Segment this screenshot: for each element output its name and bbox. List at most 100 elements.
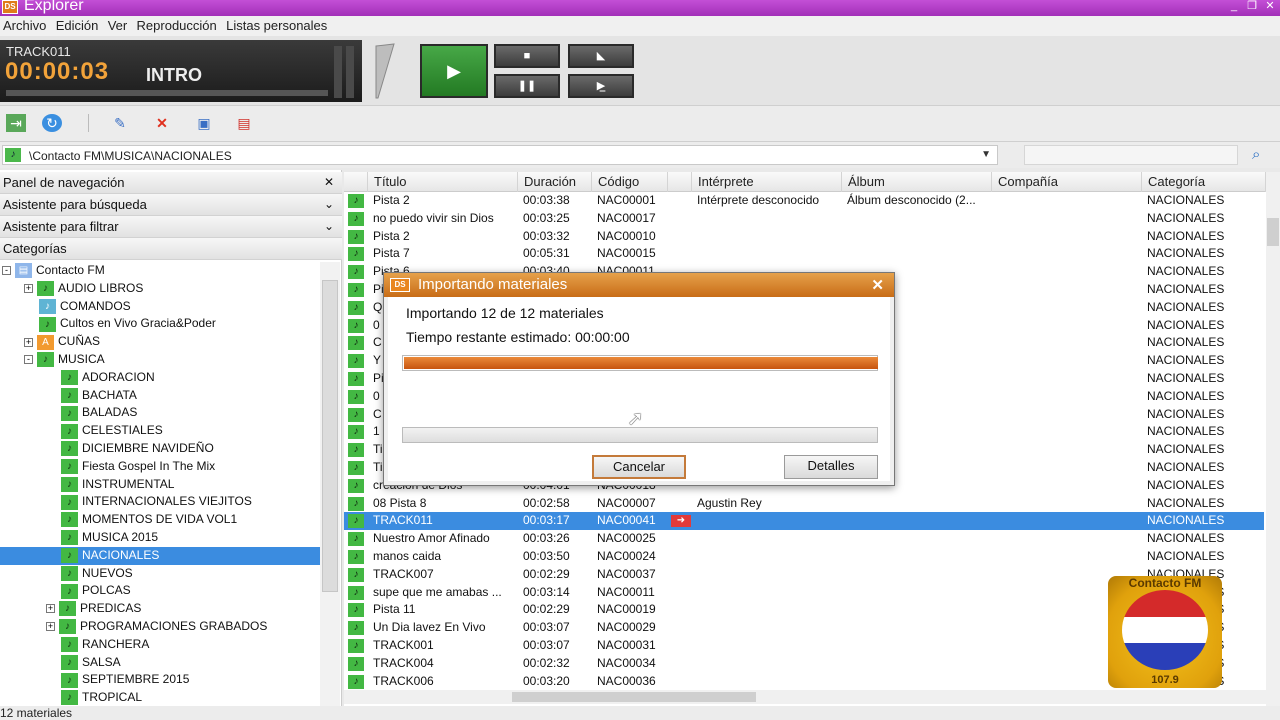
search-icon[interactable]: ⌕ xyxy=(1252,146,1270,164)
table-row[interactable]: ♪ Nuestro Amor Afinado 00:03:26 NAC00025 NAC… xyxy=(344,530,1264,548)
column-header[interactable]: Intérprete xyxy=(692,172,842,192)
tree-item[interactable]: ♪ BACHATA xyxy=(0,387,320,405)
close-icon[interactable]: ✕ xyxy=(324,175,334,189)
table-row[interactable]: ♪ no puedo vivir sin Dios 00:03:25 NAC00017… xyxy=(344,210,1264,228)
volume-slider[interactable] xyxy=(374,42,396,100)
tree-item-label: AUDIO LIBROS xyxy=(58,280,144,295)
folder-icon: ▤ xyxy=(15,263,32,279)
table-row[interactable]: ♪ Pista 7 00:05:31 NAC00015 NACIONALES xyxy=(344,245,1264,263)
tree-item[interactable]: ♪ SALSA xyxy=(0,654,320,672)
play-button[interactable]: ▶ xyxy=(420,44,488,98)
table-cell: 00:03:07 xyxy=(523,620,570,635)
tree-item[interactable]: ♪ POLCAS xyxy=(0,582,320,600)
tree-item[interactable]: ♪ MOMENTOS DE VIDA VOL1 xyxy=(0,511,320,529)
edit-icon[interactable]: ✎ xyxy=(110,114,130,132)
menu-ver[interactable]: Ver xyxy=(105,16,131,35)
tree-item[interactable]: ♪ NUEVOS xyxy=(0,565,320,583)
menu-listas-personales[interactable]: Listas personales xyxy=(223,16,330,35)
tree-item[interactable]: ♪ RANCHERA xyxy=(0,636,320,654)
table-cell: NACIONALES xyxy=(1147,228,1225,243)
menu-archivo[interactable]: Archivo xyxy=(0,16,49,35)
refresh-icon[interactable]: ↻ xyxy=(42,114,62,132)
tree-item[interactable]: ♪ CELESTIALES xyxy=(0,422,320,440)
column-header[interactable]: Álbum xyxy=(842,172,992,192)
expand-icon[interactable]: + xyxy=(46,604,55,614)
column-header[interactable]: Duración xyxy=(518,172,592,192)
close-window-button[interactable]: ✕ xyxy=(1264,0,1276,12)
tree-item[interactable]: ♪ INSTRUMENTAL xyxy=(0,476,320,494)
collapse-icon[interactable]: - xyxy=(2,266,11,276)
tree-item[interactable]: ♪ NACIONALES xyxy=(0,546,320,565)
tree-item[interactable]: ♪ DICIEMBRE NAVIDEÑO xyxy=(0,440,320,458)
tree-item[interactable]: - ▤ Contacto FM xyxy=(0,262,320,280)
stop-button[interactable]: ■ xyxy=(494,44,560,68)
scrollbar-thumb[interactable] xyxy=(512,692,756,702)
tree-item[interactable]: ♪ ADORACION xyxy=(0,369,320,387)
collapse-icon[interactable]: - xyxy=(24,355,33,365)
table-row[interactable]: ♪ Pista 2 00:03:32 NAC00010 NACIONALES xyxy=(344,228,1264,246)
table-vertical-scrollbar[interactable] xyxy=(1266,172,1280,706)
search-assistant-section[interactable]: Asistente para búsqueda ⌄ xyxy=(0,194,342,216)
table-cell: Nuestro Amor Afinado xyxy=(373,531,490,546)
tree-item[interactable]: ♪ TROPICAL xyxy=(0,689,320,707)
pause-button[interactable]: ❚❚ xyxy=(494,74,560,98)
column-header[interactable] xyxy=(668,172,692,192)
tree-item[interactable]: ♪ Cultos en Vivo Gracia&Poder xyxy=(0,315,320,333)
table-row[interactable]: ♪ TRACK011 00:03:17 NAC00041 ➜ NACIONALES xyxy=(344,512,1264,531)
column-header[interactable]: Título xyxy=(368,172,518,192)
tree-item[interactable]: + ♪ PREDICAS xyxy=(0,600,320,618)
menu-reproduccion[interactable]: Reproducción xyxy=(134,16,220,35)
tree-item[interactable]: ♪ BALADAS xyxy=(0,404,320,422)
tree-item[interactable]: + ♪ PROGRAMACIONES GRABADOS xyxy=(0,618,320,636)
end-button[interactable]: ▶̲ xyxy=(568,74,634,98)
filter-assistant-section[interactable]: Asistente para filtrar ⌄ xyxy=(0,216,342,238)
maximize-button[interactable]: ❐ xyxy=(1246,0,1258,12)
column-header-icon[interactable] xyxy=(344,172,368,192)
tree-item[interactable]: ♪ INTERNACIONALES VIEJITOS xyxy=(0,493,320,511)
folder-icon: ♪ xyxy=(61,654,78,670)
menu-edicion[interactable]: Edición xyxy=(53,16,102,35)
table-cell: NAC00001 xyxy=(597,193,656,207)
tree-item[interactable]: ♪ SEPTIEMBRE 2015 xyxy=(0,671,320,689)
table-row[interactable]: ♪ manos caida 00:03:50 NAC00024 NACIONALES xyxy=(344,548,1264,566)
column-header[interactable]: Categoría xyxy=(1142,172,1266,192)
tree-item-label: INTERNACIONALES VIEJITOS xyxy=(82,494,252,509)
chevron-down-icon[interactable]: ⌄ xyxy=(324,197,334,211)
column-header[interactable]: Código xyxy=(592,172,668,192)
expand-icon[interactable]: + xyxy=(24,284,33,294)
tree-item[interactable]: - ♪ MUSICA xyxy=(0,351,320,369)
expand-icon[interactable]: + xyxy=(46,622,55,632)
chevron-down-icon[interactable]: ▼ xyxy=(981,149,991,160)
window-icon[interactable]: ▣ xyxy=(194,114,214,132)
tree-item[interactable]: ♪ MUSICA 2015 xyxy=(0,529,320,547)
folder-icon: ♪ xyxy=(61,565,78,581)
flag-blue-band xyxy=(1122,643,1208,670)
expand-icon[interactable]: + xyxy=(24,337,33,347)
scrollbar-thumb[interactable] xyxy=(322,280,338,592)
position-bar[interactable] xyxy=(6,90,328,96)
music-note-icon: ♪ xyxy=(348,639,364,653)
table-row[interactable]: ♪ 08 Pista 8 00:02:58 NAC00007 Agustin Rey NA… xyxy=(344,495,1264,513)
chevron-down-icon[interactable]: ⌄ xyxy=(324,219,334,233)
image-icon[interactable]: ▤ xyxy=(234,114,254,132)
folder-icon: ♪ xyxy=(61,459,78,475)
tree-item[interactable]: + ♪ AUDIO LIBROS xyxy=(0,280,320,298)
delete-icon[interactable]: ✕ xyxy=(152,114,172,132)
minimize-button[interactable]: _ xyxy=(1228,0,1240,12)
next-button[interactable]: ◣ xyxy=(568,44,634,68)
tree-item[interactable]: + A CUÑAS xyxy=(0,333,320,351)
search-input[interactable] xyxy=(1024,145,1238,165)
details-button[interactable]: Detalles xyxy=(784,455,878,479)
cancel-button[interactable]: Cancelar xyxy=(592,455,686,479)
dialog-title-bar[interactable]: DS Importando materiales ✕ xyxy=(384,273,894,297)
column-header[interactable]: Compañía xyxy=(992,172,1142,192)
table-row[interactable]: ♪ Pista 2 00:03:38 NAC00001 Intérprete desco… xyxy=(344,192,1264,210)
close-icon[interactable]: ✕ xyxy=(871,276,884,294)
scrollbar-thumb[interactable] xyxy=(1267,218,1279,246)
tree-item[interactable]: ♪ COMANDOS xyxy=(0,298,320,316)
import-icon[interactable]: ⇥ xyxy=(6,114,26,132)
table-horizontal-scrollbar[interactable] xyxy=(344,690,1266,704)
path-combobox[interactable]: ♪ \Contacto FM\MUSICA\NACIONALES ▼ xyxy=(2,145,998,165)
tree-scrollbar[interactable] xyxy=(320,262,340,706)
tree-item[interactable]: ♪ Fiesta Gospel In The Mix xyxy=(0,458,320,476)
